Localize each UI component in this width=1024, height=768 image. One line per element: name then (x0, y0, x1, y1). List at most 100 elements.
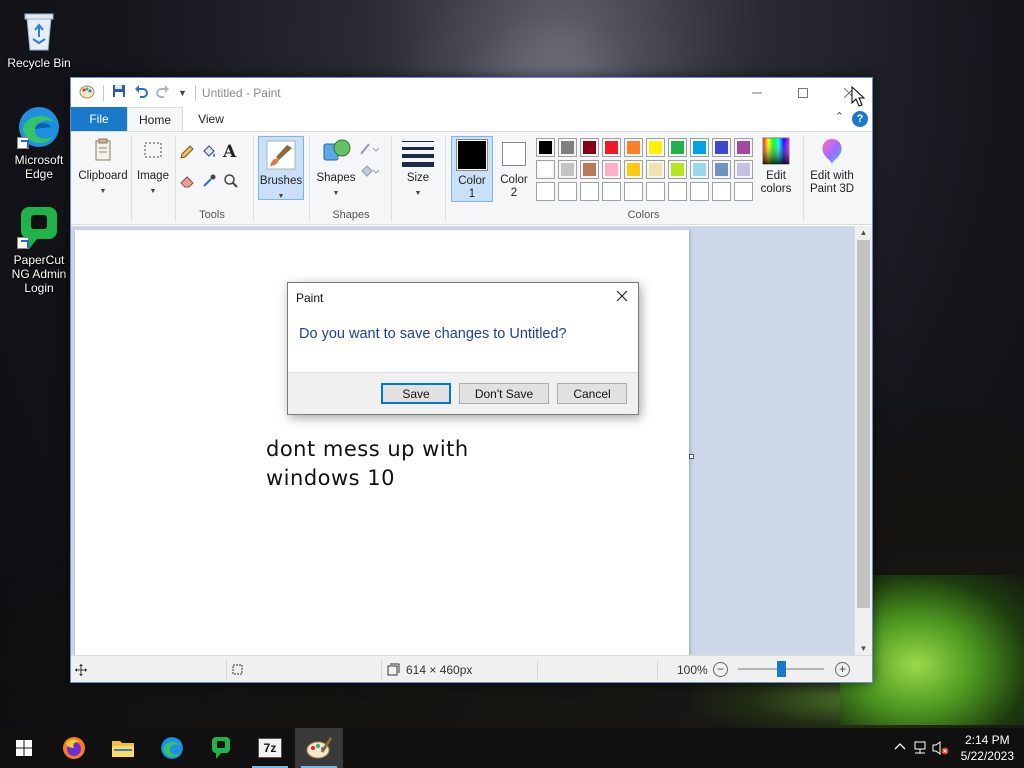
palette-swatch[interactable] (624, 160, 643, 179)
brushes-button[interactable]: Brushes ▼ (258, 136, 304, 200)
clipboard-label: Clipboard (78, 170, 128, 182)
palette-custom-swatch[interactable] (624, 182, 643, 201)
color-picker-icon[interactable] (201, 173, 223, 192)
palette-custom-swatch[interactable] (580, 182, 599, 201)
palette-swatch[interactable] (536, 138, 555, 157)
palette-swatch[interactable] (558, 138, 577, 157)
ribbon-home: Clipboard ▼ Image ▼ A Tools Brushes ▼ Sh… (71, 131, 872, 225)
zoom-slider-thumb[interactable] (777, 661, 786, 677)
fill-icon[interactable] (201, 144, 223, 163)
tab-home[interactable]: Home (127, 107, 183, 131)
palette-swatch[interactable] (646, 138, 665, 157)
save-icon[interactable] (112, 84, 126, 101)
outline-icon[interactable] (359, 142, 381, 159)
image-button[interactable]: Image ▼ (133, 136, 173, 198)
cancel-button[interactable]: Cancel (557, 383, 627, 404)
palette-custom-swatch[interactable] (668, 182, 687, 201)
papercut-icon (212, 737, 230, 759)
pencil-icon[interactable] (179, 144, 201, 163)
palette-swatch[interactable] (734, 160, 753, 179)
text-icon[interactable]: A (223, 144, 245, 163)
redo-icon[interactable] (156, 84, 170, 101)
palette-swatch[interactable] (690, 138, 709, 157)
edge-icon (161, 737, 183, 759)
scroll-up-icon[interactable]: ▲ (855, 226, 872, 240)
palette-swatch[interactable] (602, 138, 621, 157)
zoom-in-button[interactable]: + (835, 662, 850, 677)
shapes-button[interactable]: Shapes ▼ (314, 136, 358, 200)
palette-swatch[interactable] (646, 160, 665, 179)
palette-swatch[interactable] (580, 138, 599, 157)
canvas-text-line1: dont mess up with (266, 437, 469, 461)
clipboard-button[interactable]: Clipboard ▼ (75, 136, 131, 198)
canvas-size-text: 614 × 460px (406, 662, 473, 677)
maximize-button[interactable] (780, 78, 826, 107)
qat-separator (103, 84, 104, 101)
palette-swatch[interactable] (536, 160, 555, 179)
palette-custom-swatch[interactable] (734, 182, 753, 201)
collapse-ribbon-icon[interactable]: ⌃ (835, 110, 844, 123)
palette-custom-swatch[interactable] (712, 182, 731, 201)
taskbar-file-explorer[interactable] (99, 728, 147, 768)
palette-swatch[interactable] (558, 160, 577, 179)
palette-custom-swatch[interactable] (646, 182, 665, 201)
close-window-button[interactable] (826, 78, 872, 107)
eraser-icon[interactable] (179, 173, 201, 192)
ribbon-tabs: File Home View ⌃ ? (71, 107, 872, 131)
color1-button[interactable]: Color 1 (451, 136, 493, 202)
palette-swatch[interactable] (690, 160, 709, 179)
clock[interactable]: 2:14 PM 5/22/2023 (961, 732, 1014, 764)
help-button[interactable]: ? (852, 111, 868, 127)
desktop-icon-edge[interactable]: Microsoft Edge (0, 105, 78, 181)
palette-swatch[interactable] (712, 160, 731, 179)
palette-swatch[interactable] (668, 138, 687, 157)
taskbar-edge[interactable] (148, 728, 196, 768)
customize-qat-icon[interactable]: ▼ (178, 88, 187, 98)
palette-swatch[interactable] (602, 160, 621, 179)
magnifier-icon[interactable] (223, 173, 245, 192)
start-button[interactable] (0, 728, 48, 768)
palette-swatch[interactable] (712, 138, 731, 157)
palette-custom-swatch[interactable] (558, 182, 577, 201)
dont-save-button[interactable]: Don't Save (459, 383, 549, 404)
taskbar-papercut[interactable] (197, 728, 245, 768)
zoom-out-button[interactable]: − (713, 662, 728, 677)
taskbar-paint[interactable] (295, 728, 343, 768)
desktop-icon-recycle-bin[interactable]: Recycle Bin (0, 8, 78, 70)
network-icon[interactable] (912, 740, 928, 759)
palette-custom-swatch[interactable] (602, 182, 621, 201)
palette-swatch[interactable] (734, 138, 753, 157)
palette-custom-swatch[interactable] (690, 182, 709, 201)
palette-custom-swatch[interactable] (536, 182, 555, 201)
palette-swatch[interactable] (580, 160, 599, 179)
edit-colors-button[interactable]: Edit colors (755, 136, 797, 196)
status-separator (657, 660, 658, 679)
fill-shape-icon[interactable] (359, 164, 381, 181)
tab-view[interactable]: View (183, 107, 239, 131)
volume-muted-icon[interactable] (932, 740, 950, 759)
windows-logo-icon (16, 740, 32, 756)
7zip-icon: 7z (258, 738, 282, 758)
resize-handle-right[interactable] (689, 454, 694, 459)
color2-button[interactable]: Color 2 (495, 138, 533, 200)
desktop-icon-papercut[interactable]: PaperCut NG Admin Login (0, 205, 78, 295)
paint-app-icon (79, 83, 95, 102)
scroll-down-icon[interactable]: ▼ (855, 642, 872, 656)
edit-colors-label: Edit colors (755, 170, 797, 196)
minimize-button[interactable] (734, 78, 780, 107)
dialog-close-button[interactable] (614, 288, 630, 304)
tab-file[interactable]: File (71, 107, 127, 131)
vertical-scrollbar[interactable]: ▲ ▼ (855, 226, 872, 656)
show-hidden-icons-icon[interactable] (894, 740, 906, 755)
clipboard-icon (88, 136, 118, 166)
scroll-thumb[interactable] (857, 240, 870, 608)
palette-swatch[interactable] (668, 160, 687, 179)
taskbar: 7z 2:14 PM 5/22/2023 (0, 728, 1024, 768)
size-button[interactable]: Size ▼ (397, 138, 439, 200)
undo-icon[interactable] (134, 84, 148, 101)
edit-with-paint3d-button[interactable]: Edit with Paint 3D (806, 136, 858, 196)
palette-swatch[interactable] (624, 138, 643, 157)
taskbar-firefox[interactable] (50, 728, 98, 768)
taskbar-7zip[interactable]: 7z (246, 728, 294, 768)
save-button[interactable]: Save (381, 383, 451, 404)
